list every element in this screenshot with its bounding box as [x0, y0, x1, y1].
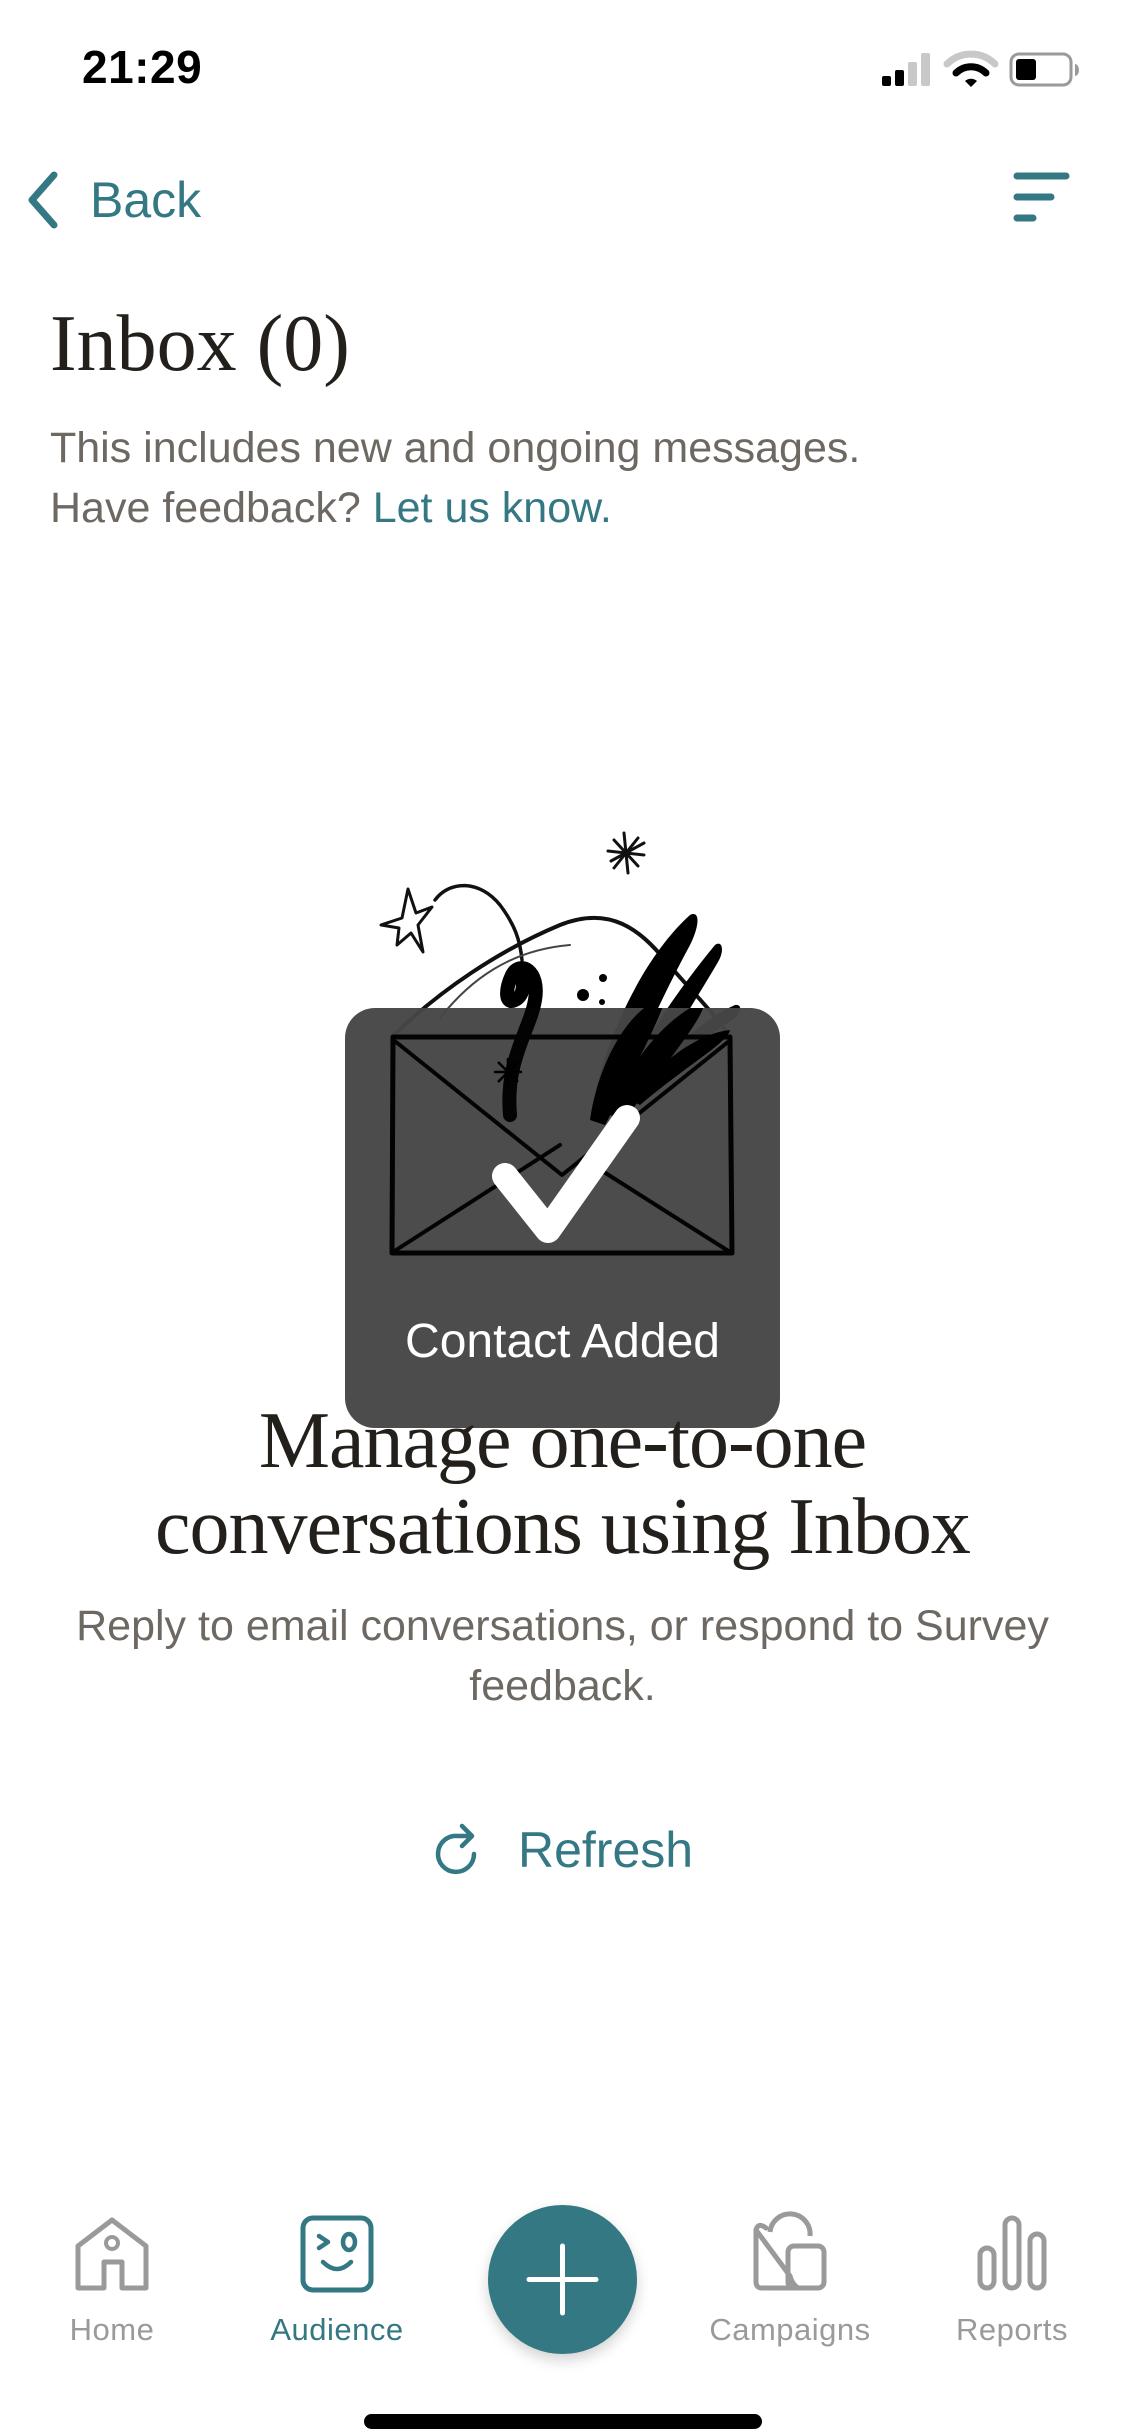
filter-icon[interactable]	[1000, 160, 1090, 240]
refresh-button[interactable]: Refresh	[430, 1810, 693, 1890]
status-time: 21:29	[82, 41, 203, 93]
toast-notification: Contact Added	[345, 1008, 780, 1428]
wifi-icon	[943, 50, 999, 87]
feedback-prompt: Have feedback?	[50, 484, 361, 532]
tab-audience[interactable]: Audience	[237, 2210, 437, 2360]
tab-label: Audience	[270, 2312, 404, 2347]
home-icon	[75, 2217, 149, 2291]
back-button[interactable]: Back	[20, 160, 201, 240]
refresh-icon	[435, 1823, 477, 1875]
tab-home[interactable]: Home	[12, 2210, 212, 2360]
feedback-link[interactable]: Let us know.	[373, 484, 612, 532]
page-title: Inbox (0)	[50, 300, 350, 388]
refresh-label: Refresh	[518, 1822, 694, 1878]
create-button[interactable]	[488, 2205, 637, 2354]
audience-icon	[300, 2215, 374, 2293]
tab-label: Campaigns	[709, 2312, 871, 2347]
plus-icon	[526, 2243, 599, 2316]
back-label: Back	[90, 172, 202, 228]
empty-state-heading: Manage one-to-one conversations using In…	[155, 1397, 971, 1571]
status-icons	[882, 50, 1079, 87]
tab-label: Reports	[955, 2312, 1069, 2347]
empty-state-body: Reply to email conversations, or respond…	[76, 1602, 1049, 1710]
tab-campaigns[interactable]: Campaigns	[690, 2210, 890, 2360]
feedback-line: Have feedback? Let us know.	[50, 478, 860, 538]
home-indicator	[364, 2414, 762, 2429]
star-doodle	[379, 887, 434, 954]
subtitle-description: This includes new and ongoing messages.	[50, 424, 861, 472]
signal-icon	[882, 53, 930, 86]
reports-icon	[977, 2215, 1047, 2291]
sparkle-doodle	[606, 831, 646, 875]
tab-label: Home	[69, 2312, 155, 2347]
chevron-left-icon	[28, 171, 58, 229]
battery-icon	[1009, 52, 1079, 87]
toast-message: Contact Added	[405, 1315, 720, 1368]
page-subtitle: This includes new and ongoing messages. …	[50, 418, 860, 538]
tab-reports[interactable]: Reports	[912, 2210, 1112, 2360]
campaigns-icon	[753, 2211, 827, 2291]
